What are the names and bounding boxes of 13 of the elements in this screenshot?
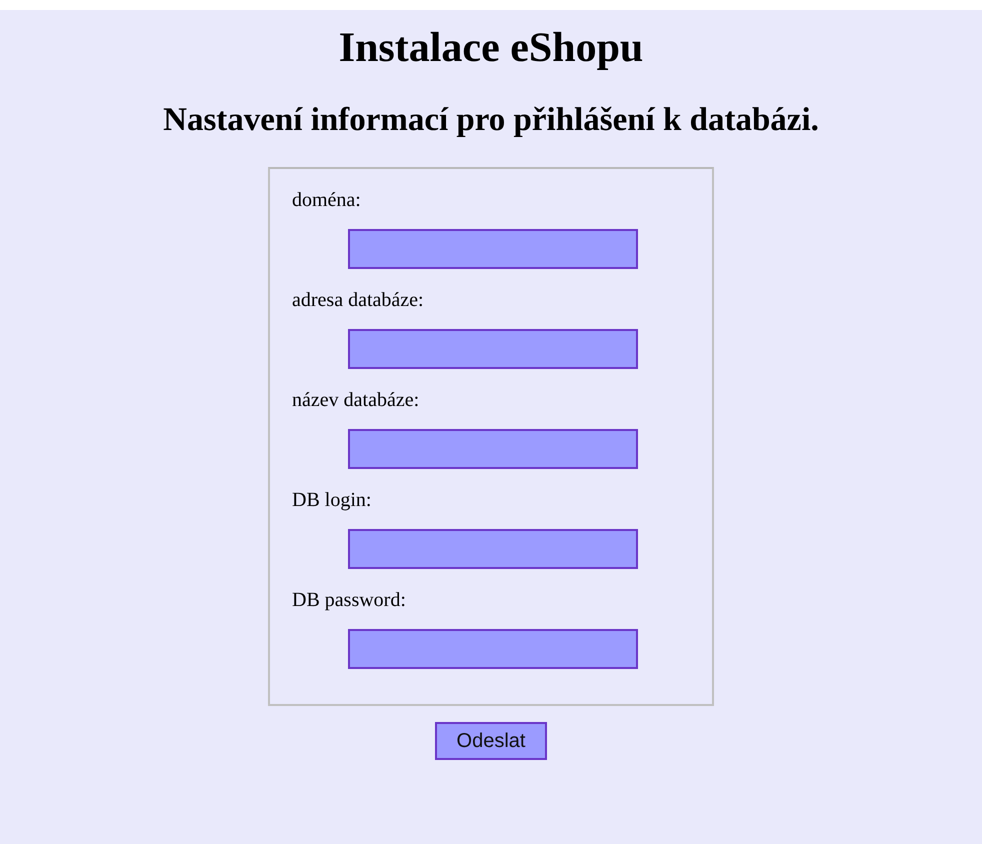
page-title: Instalace eShopu: [338, 24, 644, 72]
input-field[interactable]: [348, 529, 638, 569]
field-label: název databáze:: [292, 388, 420, 413]
input-field[interactable]: [348, 429, 638, 469]
input-field[interactable]: [348, 329, 638, 369]
field-label: DB login:: [292, 488, 372, 513]
page-subtitle: Nastavení informací pro přihlášení k databázi.: [163, 102, 819, 139]
field-label: adresa databáze:: [292, 288, 424, 313]
input-field[interactable]: [348, 629, 638, 669]
submit-button[interactable]: Odeslat: [434, 722, 548, 760]
field-label: doména:: [292, 188, 361, 213]
input-field[interactable]: [348, 229, 638, 269]
field-label: DB password:: [292, 588, 406, 613]
